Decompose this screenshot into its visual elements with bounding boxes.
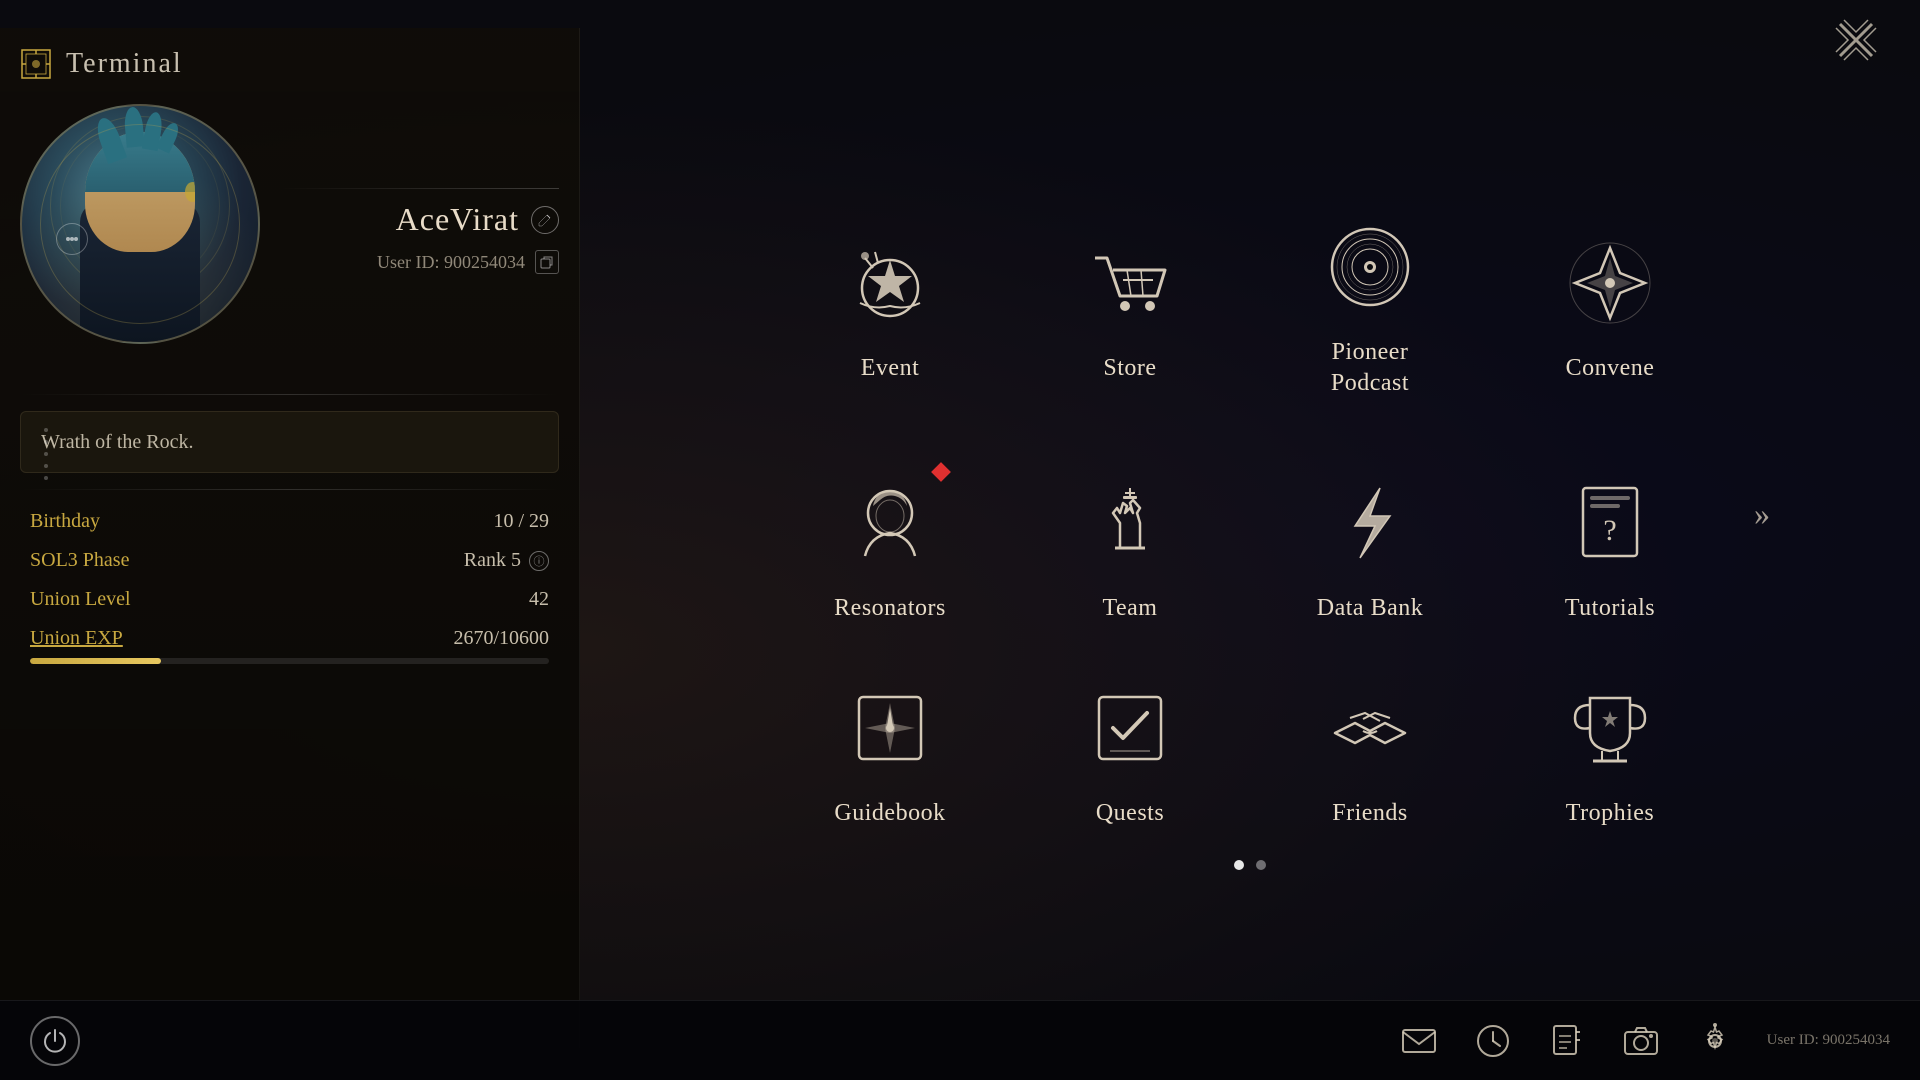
event-icon bbox=[840, 233, 940, 333]
terminal-header: Terminal bbox=[20, 48, 559, 80]
exp-bar-fill bbox=[30, 658, 161, 664]
union-exp-label: Union EXP bbox=[30, 627, 123, 650]
pioneer-podcast-icon bbox=[1320, 217, 1420, 317]
stats-section: Birthday 10 / 29 SOL3 Phase Rank 5 ⓘ Uni… bbox=[20, 510, 559, 611]
terminal-icon bbox=[20, 48, 52, 80]
player-name: AceVirat bbox=[396, 201, 519, 238]
decorative-dots bbox=[44, 428, 48, 480]
avatar-circle bbox=[20, 104, 260, 344]
menu-grid: Event Store bbox=[790, 198, 1710, 829]
main-content: Event Store bbox=[580, 28, 1920, 1000]
tutorials-icon: ? bbox=[1560, 473, 1660, 573]
menu-item-quests[interactable]: Quests bbox=[1030, 678, 1230, 829]
separator-1 bbox=[20, 394, 559, 395]
sol3-row: SOL3 Phase Rank 5 ⓘ bbox=[30, 549, 549, 572]
sol3-info-icon[interactable]: ⓘ bbox=[529, 551, 549, 571]
tutorials-label: Tutorials bbox=[1565, 593, 1655, 624]
exp-label-row: Union EXP 2670/10600 bbox=[30, 627, 549, 650]
player-quote: Wrath of the Rock. bbox=[41, 431, 193, 453]
power-button[interactable] bbox=[30, 1016, 80, 1066]
convene-label: Convene bbox=[1566, 353, 1655, 384]
quests-label: Quests bbox=[1096, 798, 1164, 829]
separator-2 bbox=[20, 489, 559, 490]
camera-button[interactable] bbox=[1619, 1019, 1663, 1063]
exp-section: Union EXP 2670/10600 bbox=[30, 627, 549, 664]
team-icon bbox=[1080, 473, 1180, 573]
guidebook-label: Guidebook bbox=[834, 798, 945, 829]
svg-text:?: ? bbox=[1603, 514, 1616, 547]
page-dot-2[interactable] bbox=[1256, 860, 1266, 870]
page-dots bbox=[1234, 860, 1266, 870]
birthday-row: Birthday 10 / 29 bbox=[30, 510, 549, 533]
left-panel: Terminal bbox=[0, 28, 580, 1048]
avatar-section: AceVirat User ID: 900254034 bbox=[20, 104, 559, 374]
friends-icon bbox=[1320, 678, 1420, 778]
close-button[interactable] bbox=[1832, 16, 1880, 69]
player-quote-box: Wrath of the Rock. bbox=[20, 411, 559, 473]
data-bank-label: Data Bank bbox=[1317, 593, 1423, 624]
menu-item-resonators[interactable]: Resonators bbox=[790, 438, 990, 658]
menu-item-store[interactable]: Store bbox=[1030, 198, 1230, 418]
convene-icon bbox=[1560, 233, 1660, 333]
mail-button[interactable] bbox=[1397, 1019, 1441, 1063]
copy-user-id-button[interactable] bbox=[535, 250, 559, 274]
menu-item-team[interactable]: Team bbox=[1030, 438, 1230, 658]
bottom-bar: User ID: 900254034 bbox=[0, 1000, 1920, 1080]
menu-item-tutorials[interactable]: ? Tutorials bbox=[1510, 438, 1710, 658]
union-level-row: Union Level 42 bbox=[30, 588, 549, 611]
edit-name-button[interactable] bbox=[531, 206, 559, 234]
birthday-value: 10 / 29 bbox=[493, 510, 549, 533]
resonators-icon bbox=[840, 473, 940, 573]
trophies-label: Trophies bbox=[1566, 798, 1654, 829]
sol3-value: Rank 5 ⓘ bbox=[464, 549, 549, 572]
data-bank-icon bbox=[1320, 473, 1420, 573]
menu-item-trophies[interactable]: Trophies bbox=[1510, 678, 1710, 829]
settings-button[interactable] bbox=[1693, 1019, 1737, 1063]
user-id-label: User ID: 900254034 bbox=[377, 252, 525, 273]
pioneer-podcast-label: PioneerPodcast bbox=[1331, 337, 1409, 399]
union-level-label: Union Level bbox=[30, 588, 131, 611]
player-name-row: AceVirat bbox=[280, 201, 559, 238]
menu-item-pioneer-podcast[interactable]: PioneerPodcast bbox=[1270, 198, 1470, 418]
sol3-label: SOL3 Phase bbox=[30, 549, 129, 572]
store-icon bbox=[1080, 233, 1180, 333]
guidebook-icon bbox=[840, 678, 940, 778]
trophies-icon bbox=[1560, 678, 1660, 778]
bottom-user-id: User ID: 900254034 bbox=[1767, 1032, 1890, 1049]
union-level-value: 42 bbox=[529, 588, 549, 611]
menu-container: Event Store bbox=[790, 198, 1710, 829]
friends-label: Friends bbox=[1332, 798, 1408, 829]
terminal-title: Terminal bbox=[66, 48, 183, 80]
page-dot-1[interactable] bbox=[1234, 860, 1244, 870]
quests-icon bbox=[1080, 678, 1180, 778]
resonators-label: Resonators bbox=[834, 593, 946, 624]
bottom-right-icons: User ID: 900254034 bbox=[1397, 1019, 1890, 1063]
team-label: Team bbox=[1103, 593, 1158, 624]
avatar-prev-button[interactable] bbox=[56, 223, 88, 255]
menu-item-friends[interactable]: Friends bbox=[1270, 678, 1470, 829]
event-label: Event bbox=[861, 353, 919, 384]
menu-item-guidebook[interactable]: Guidebook bbox=[790, 678, 990, 829]
union-exp-value: 2670/10600 bbox=[453, 627, 549, 650]
clock-button[interactable] bbox=[1471, 1019, 1515, 1063]
user-id-row: User ID: 900254034 bbox=[280, 250, 559, 274]
store-label: Store bbox=[1103, 353, 1156, 384]
player-info: AceVirat User ID: 900254034 bbox=[280, 188, 559, 290]
menu-item-event[interactable]: Event bbox=[790, 198, 990, 418]
birthday-label: Birthday bbox=[30, 510, 100, 533]
menu-next-arrow[interactable]: » bbox=[1754, 496, 1770, 533]
menu-item-data-bank[interactable]: Data Bank bbox=[1270, 438, 1470, 658]
menu-item-convene[interactable]: Convene bbox=[1510, 198, 1710, 418]
exp-bar-background bbox=[30, 658, 549, 664]
notes-button[interactable] bbox=[1545, 1019, 1589, 1063]
